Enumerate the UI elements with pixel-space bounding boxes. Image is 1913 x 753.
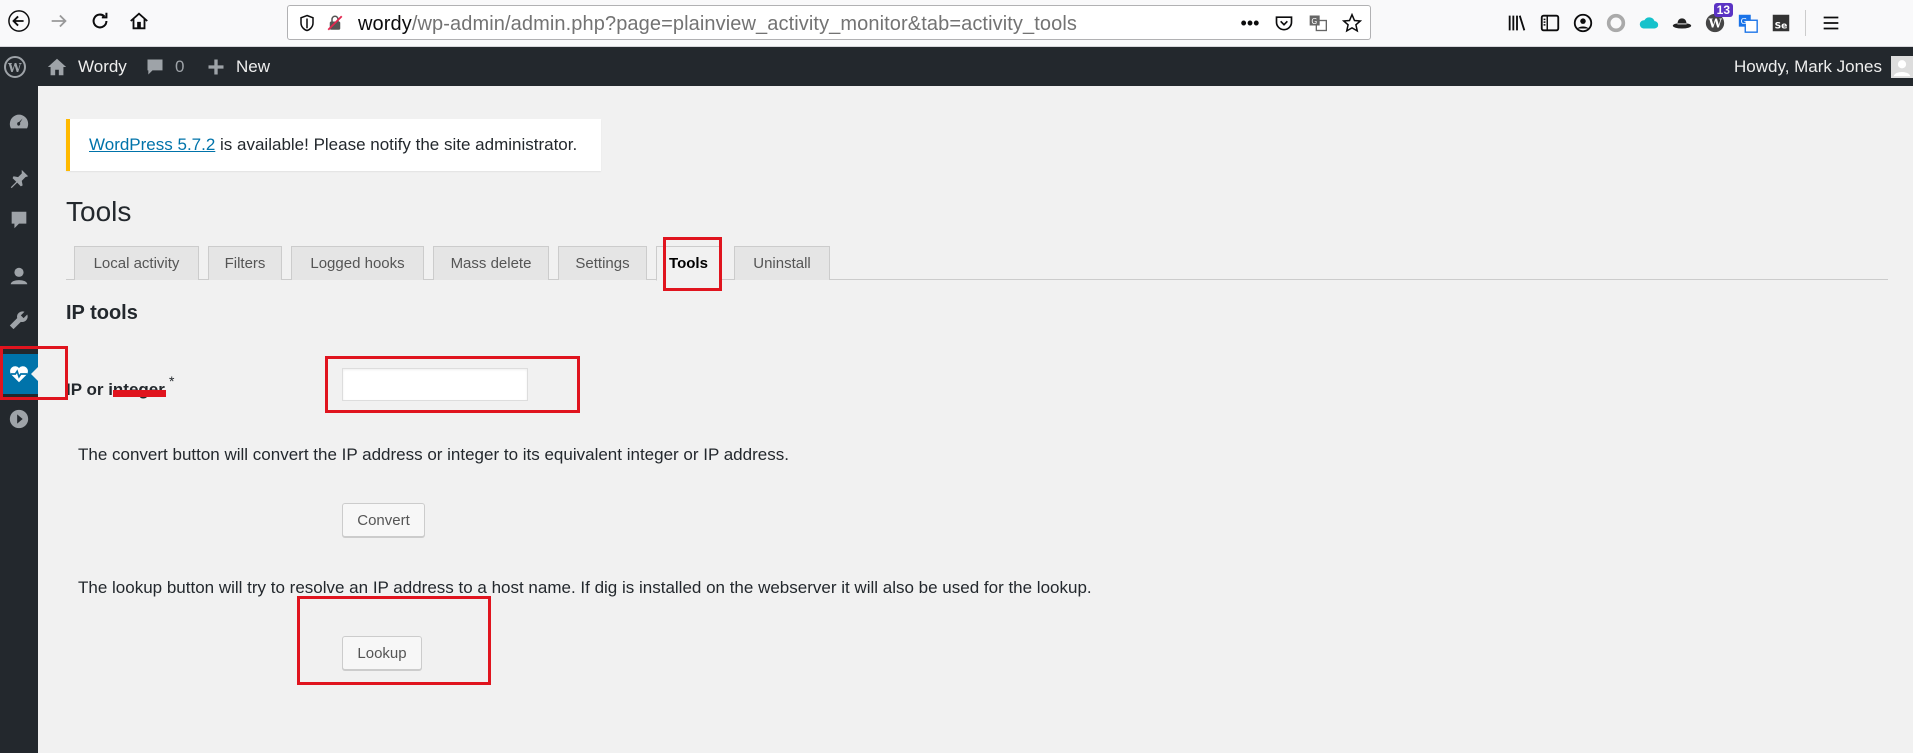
my-account-menu[interactable]: Howdy, Mark Jones [1734, 47, 1913, 86]
convert-description: The convert button will convert the IP a… [78, 445, 789, 464]
extension-gray-icon[interactable] [1599, 8, 1632, 38]
tab-logged-hooks[interactable]: Logged hooks [291, 246, 424, 280]
play-circle-icon [9, 409, 29, 429]
menu-activity-monitor[interactable] [0, 354, 39, 394]
tab-local-activity[interactable]: Local activity [74, 246, 199, 280]
site-name-menu[interactable]: Wordy [46, 47, 127, 86]
ip-input[interactable] [342, 368, 528, 401]
url-text[interactable]: wordy/wp-admin/admin.php?page=plainview_… [358, 13, 1077, 36]
home-icon [130, 12, 148, 30]
howdy-text: Howdy, Mark Jones [1734, 56, 1883, 76]
page-title: Tools [66, 196, 132, 227]
update-notice: WordPress 5.7.2 is available! Please not… [66, 119, 601, 171]
cloud-icon[interactable] [1632, 8, 1665, 38]
bookmark-star-icon[interactable] [1340, 11, 1364, 35]
library-icon[interactable] [1500, 8, 1533, 38]
comment-bubble-icon [11, 211, 27, 229]
tracking-shield-icon[interactable] [298, 14, 316, 32]
url-bar[interactable]: wordy/wp-admin/admin.php?page=plainview_… [287, 5, 1371, 40]
svg-text:W: W [7, 61, 22, 75]
menu-users[interactable] [0, 256, 38, 296]
pocket-icon[interactable] [1272, 11, 1296, 35]
browser-toolbar: wordy/wp-admin/admin.php?page=plainview_… [0, 0, 1913, 47]
reload-icon [92, 12, 108, 29]
svg-text:G: G [1740, 16, 1746, 26]
selenium-icon[interactable]: Se [1764, 8, 1797, 38]
heart-pulse-icon [10, 366, 28, 383]
dashboard-gauge-icon [9, 114, 29, 129]
hat-icon[interactable] [1665, 8, 1698, 38]
wrench-icon [9, 311, 28, 330]
translate-icon[interactable]: G [1306, 11, 1330, 35]
svg-text:W: W [1707, 17, 1722, 31]
admin-menu [0, 86, 39, 753]
comments-menu[interactable]: 0 [145, 47, 184, 86]
tab-uninstall[interactable]: Uninstall [734, 246, 830, 280]
menu-tools[interactable] [0, 300, 38, 340]
user-icon [10, 267, 28, 285]
site-name: Wordy [78, 56, 127, 76]
avatar [1891, 55, 1913, 78]
pushpin-icon [10, 169, 29, 189]
menu-posts[interactable] [0, 159, 38, 199]
insecure-lock-icon[interactable] [326, 14, 344, 32]
tab-tools[interactable]: Tools [656, 246, 721, 281]
page-actions-menu[interactable]: ••• [1238, 11, 1262, 35]
menu-dashboard[interactable] [0, 102, 38, 142]
plus-icon [208, 59, 224, 74]
menu-collapse[interactable] [0, 399, 38, 439]
translate-extension-icon[interactable]: G [1731, 8, 1764, 38]
notice-text: is available! Please notify the site adm… [215, 135, 578, 154]
tab-filters[interactable]: Filters [208, 246, 282, 280]
annotation-redaction-mark [113, 390, 166, 397]
sidebar-toggle-icon[interactable] [1533, 8, 1566, 38]
account-icon[interactable] [1566, 8, 1599, 38]
forward-button[interactable] [44, 6, 74, 36]
ip-tools-heading: IP tools [66, 302, 138, 324]
forward-arrow-icon [51, 14, 67, 28]
tab-mass-delete[interactable]: Mass delete [433, 246, 549, 280]
lookup-description: The lookup button will try to resolve an… [78, 578, 1092, 597]
tab-bar: Local activity Filters Logged hooks Mass… [66, 246, 1888, 281]
new-label: New [236, 56, 271, 76]
svg-text:Se: Se [1774, 21, 1787, 32]
wordpress-logo-icon: W [4, 55, 26, 78]
url-path: /wp-admin/admin.php?page=plainview_activ… [411, 13, 1078, 35]
menu-comments[interactable] [0, 200, 38, 240]
wp-logo-menu[interactable]: W [0, 47, 30, 86]
tab-settings[interactable]: Settings [558, 246, 647, 280]
home-button[interactable] [124, 6, 154, 36]
lookup-button[interactable]: Lookup [342, 636, 422, 670]
new-content-menu[interactable]: New [206, 47, 270, 86]
required-mark: * [169, 373, 175, 389]
hamburger-menu-icon[interactable] [1814, 8, 1847, 38]
wordpress-extension-icon[interactable]: W 13 [1698, 3, 1733, 38]
convert-button[interactable]: Convert [342, 503, 425, 537]
wp-admin-bar: W Wordy 0 New Howdy, Mark Jones [0, 47, 1913, 86]
back-arrow-icon [8, 10, 30, 32]
comments-count: 0 [175, 56, 185, 76]
reload-button[interactable] [85, 6, 115, 36]
home-icon [47, 58, 67, 75]
back-button[interactable] [4, 6, 34, 36]
url-host: wordy [358, 13, 412, 35]
svg-text:G: G [1311, 17, 1317, 26]
update-link[interactable]: WordPress 5.7.2 [89, 135, 215, 155]
comment-bubble-icon [147, 59, 163, 74]
